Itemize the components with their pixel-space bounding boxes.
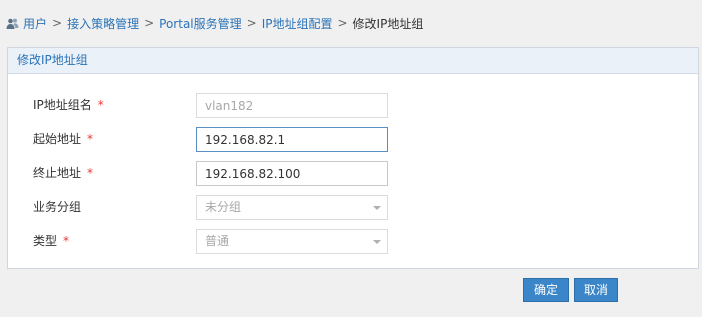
service-group-value: 未分组	[205, 200, 242, 214]
service-group-label: 业务分组	[33, 200, 82, 214]
start-address-row: 起始地址 *	[8, 127, 698, 152]
chevron-down-icon	[373, 240, 381, 244]
group-name-label: IP地址组名 *	[33, 98, 104, 112]
breadcrumb-link-ip-group-config[interactable]: IP地址组配置	[262, 15, 333, 32]
required-mark: *	[87, 132, 94, 146]
service-group-row: 业务分组 未分组	[8, 195, 698, 220]
end-address-label: 终止地址 *	[33, 166, 94, 180]
end-address-input[interactable]	[196, 161, 388, 186]
chevron-down-icon	[373, 206, 381, 210]
type-value: 普通	[205, 234, 230, 248]
users-icon	[6, 17, 19, 30]
breadcrumb-link-portal-service[interactable]: Portal服务管理	[159, 15, 241, 32]
breadcrumb-separator: >	[52, 16, 63, 30]
panel-title: 修改IP地址组	[8, 48, 698, 74]
type-label: 类型 *	[33, 234, 70, 248]
confirm-button[interactable]: 确定	[523, 278, 569, 302]
breadcrumb-current: 修改IP地址组	[352, 16, 424, 31]
required-mark: *	[97, 98, 104, 112]
type-row: 类型 * 普通	[8, 229, 698, 254]
required-mark: *	[63, 234, 70, 248]
service-group-select[interactable]: 未分组	[196, 195, 388, 220]
required-mark: *	[87, 166, 94, 180]
breadcrumb-separator: >	[144, 16, 155, 30]
start-address-label: 起始地址 *	[33, 132, 94, 146]
breadcrumb-separator: >	[246, 16, 257, 30]
end-address-row: 终止地址 *	[8, 161, 698, 186]
breadcrumb-link-user[interactable]: 用户	[23, 15, 47, 32]
group-name-row: IP地址组名 *	[8, 93, 698, 118]
edit-ip-group-panel: 修改IP地址组 IP地址组名* 起始地址* 终止地址* 业务分组 未分组 类型*…	[7, 47, 699, 269]
breadcrumb: 用户 > 接入策略管理 > Portal服务管理 > IP地址组配置 > 修改I…	[6, 14, 423, 32]
breadcrumb-link-access-policy[interactable]: 接入策略管理	[67, 15, 139, 32]
breadcrumb-separator: >	[337, 16, 348, 30]
group-name-input[interactable]	[196, 93, 388, 118]
start-address-input[interactable]	[196, 127, 388, 152]
type-select[interactable]: 普通	[196, 229, 388, 254]
cancel-button[interactable]: 取消	[574, 278, 618, 302]
